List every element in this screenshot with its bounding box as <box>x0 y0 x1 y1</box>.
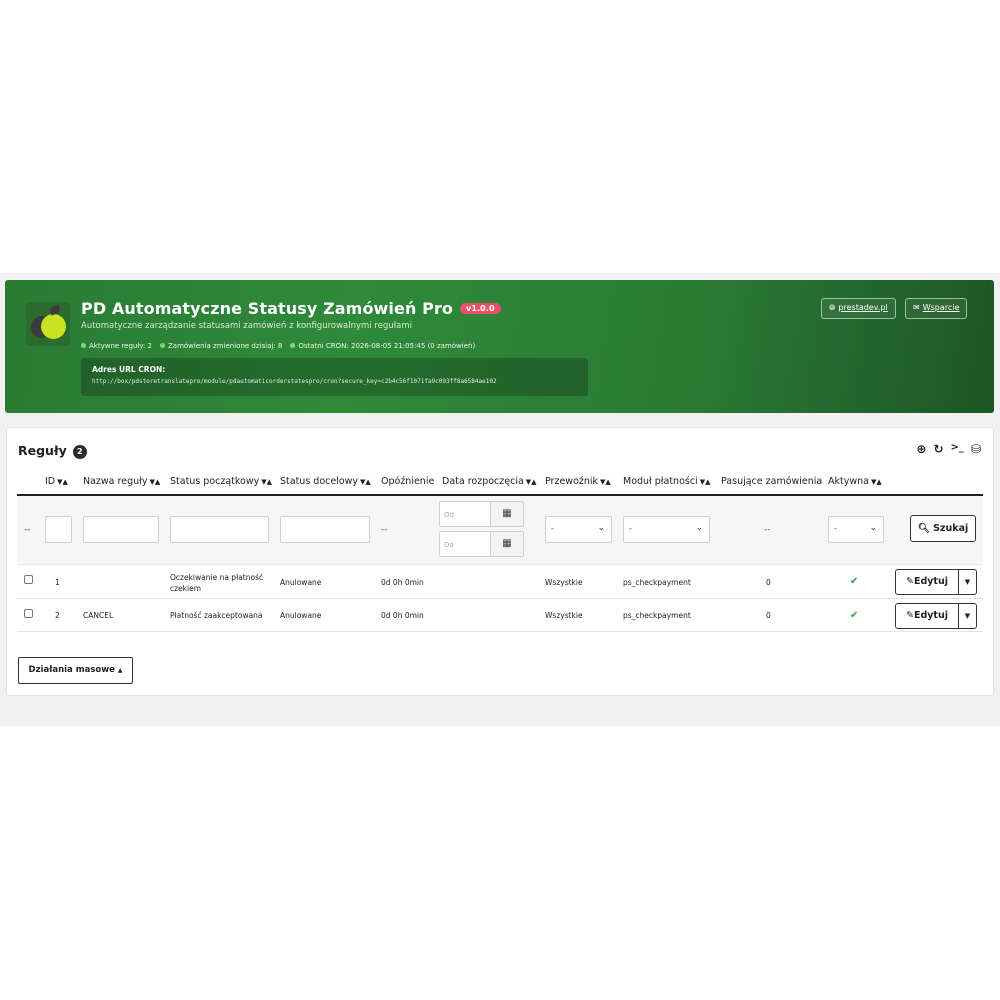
rules-panel: Reguły 2 ⊕ ↻ >_ ⛁ ID ▼▲ Nazwa reguły ▼▲ Sta… <box>6 427 994 696</box>
filter-carrier-select[interactable]: - ⌄ <box>545 516 612 543</box>
cell-id: 2 <box>55 611 60 620</box>
pencil-icon: ✎ <box>905 610 914 621</box>
cell-id: 1 <box>55 578 60 587</box>
col-header-matching: Pasujące zamówienia <box>721 476 823 487</box>
filter-date-from-input[interactable]: Od <box>439 501 491 527</box>
col-header-active[interactable]: Aktywna ▼▲ <box>828 476 882 487</box>
cell-matching: 0 <box>766 578 771 587</box>
support-link-button[interactable]: ✉︎ Wsparcie <box>905 298 968 319</box>
filter-active-select[interactable]: - ⌄ <box>828 516 884 543</box>
module-stats: Aktywne reguły: 2 Zamówienia zmienione d… <box>81 342 475 350</box>
col-header-start-date[interactable]: Data rozpoczęcia ▼▲ <box>442 476 537 487</box>
caret-up-icon: ▲ <box>117 667 123 674</box>
cell-status-from: Płatność zaakceptowana <box>170 611 263 620</box>
module-logo <box>26 302 70 346</box>
table-row <box>17 565 983 599</box>
col-header-payment[interactable]: Moduł płatności ▼▲ <box>623 476 710 487</box>
col-header-id[interactable]: ID ▼▲ <box>45 476 68 487</box>
col-header-delay: Opóźnienie <box>381 476 435 487</box>
filter-delay-placeholder: -- <box>381 525 388 535</box>
check-icon: ✔ <box>850 576 859 587</box>
search-icon: 🔍︎ <box>917 523 930 534</box>
cell-matching: 0 <box>766 611 771 620</box>
cell-payment: ps_checkpayment <box>623 578 691 587</box>
globe-icon: 🌐︎ <box>829 303 836 312</box>
stat-active-rules: Aktywne reguły: 2 <box>81 342 152 350</box>
cron-url-label: Adres URL CRON: <box>92 365 166 374</box>
edit-button-group: ✎Edytuj ▼ <box>895 569 977 595</box>
panel-title: Reguły 2 <box>18 443 87 459</box>
website-link-button[interactable]: 🌐︎ prestadev.pl <box>821 298 896 319</box>
cell-delay: 0d 0h 0min <box>381 578 424 587</box>
table-row <box>17 599 983 632</box>
row-checkbox[interactable] <box>24 609 33 618</box>
chevron-down-icon: ⌄ <box>695 523 703 533</box>
cell-status-to: Anulowane <box>280 578 322 587</box>
filter-checkbox-placeholder: -- <box>24 525 31 535</box>
cell-status-from: Oczekiwanie na płatność czekiem <box>170 573 264 593</box>
edit-button[interactable]: ✎Edytuj <box>895 569 959 595</box>
cron-url-value[interactable]: http://box/pdstoretranslatepro/module/pd… <box>92 378 577 385</box>
module-page: PD Automatyczne Statusy Zamówień Pro v1.0… <box>0 273 1000 726</box>
envelope-icon: ✉︎ <box>913 303 920 312</box>
col-header-status-to[interactable]: Status docelowy ▼▲ <box>280 476 371 487</box>
filter-name-input[interactable] <box>83 516 159 543</box>
module-title: PD Automatyczne Statusy Zamówień Pro v1.0… <box>81 299 501 318</box>
col-header-status-from[interactable]: Status początkowy ▼▲ <box>170 476 272 487</box>
module-subtitle: Automatyczne zarządzanie statusami zamów… <box>81 321 412 331</box>
filter-id-input[interactable] <box>45 516 72 543</box>
filter-status-to-input[interactable] <box>280 516 370 543</box>
filter-matching-placeholder: -- <box>764 525 771 535</box>
panel-toolbar: ⊕ ↻ >_ ⛁ <box>916 442 981 456</box>
row-checkbox[interactable] <box>24 575 33 584</box>
calendar-icon[interactable]: ▦ <box>491 531 524 557</box>
col-header-carrier[interactable]: Przewoźnik ▼▲ <box>545 476 611 487</box>
chevron-down-icon: ⌄ <box>869 523 877 533</box>
edit-button[interactable]: ✎Edytuj <box>895 603 959 629</box>
cell-status-to: Anulowane <box>280 611 322 620</box>
cell-carrier: Wszystkie <box>545 578 583 587</box>
calendar-icon[interactable]: ▦ <box>491 501 524 527</box>
cell-payment: ps_checkpayment <box>623 611 691 620</box>
edit-button-group: ✎Edytuj ▼ <box>895 603 977 629</box>
module-header: PD Automatyczne Statusy Zamówień Pro v1.0… <box>5 280 994 413</box>
cell-carrier: Wszystkie <box>545 611 583 620</box>
stat-last-cron: Ostatni CRON: 2026-08-05 21:05:45 (0 zam… <box>290 342 475 350</box>
filter-payment-select[interactable]: - ⌄ <box>623 516 710 543</box>
pencil-icon: ✎ <box>905 576 914 587</box>
terminal-icon[interactable]: >_ <box>951 442 964 456</box>
rules-count-badge: 2 <box>72 445 87 459</box>
filter-date-to-input[interactable]: Do <box>439 531 491 557</box>
cron-url-box: Adres URL CRON: http://box/pdstoretransl… <box>81 358 588 396</box>
cell-delay: 0d 0h 0min <box>381 611 424 620</box>
chevron-down-icon: ⌄ <box>597 523 605 533</box>
database-icon[interactable]: ⛁ <box>971 442 981 456</box>
refresh-icon[interactable]: ↻ <box>933 442 943 456</box>
plus-circle-icon[interactable]: ⊕ <box>916 442 926 456</box>
bulk-actions-button[interactable]: Działania masowe ▲ <box>18 657 133 684</box>
module-title-text: PD Automatyczne Statusy Zamówień Pro <box>81 299 454 318</box>
col-header-name[interactable]: Nazwa reguły ▼▲ <box>83 476 160 487</box>
search-button[interactable]: 🔍︎ Szukaj <box>910 515 976 542</box>
cell-name: CANCEL <box>83 611 114 620</box>
filter-status-from-input[interactable] <box>170 516 269 543</box>
version-badge: v1.0.0 <box>460 303 501 314</box>
caret-down-icon[interactable]: ▼ <box>959 569 977 595</box>
check-icon: ✔ <box>850 610 859 621</box>
stat-orders-changed: Zamówienia zmienione dzisiaj: 8 <box>160 342 282 350</box>
caret-down-icon[interactable]: ▼ <box>959 603 977 629</box>
